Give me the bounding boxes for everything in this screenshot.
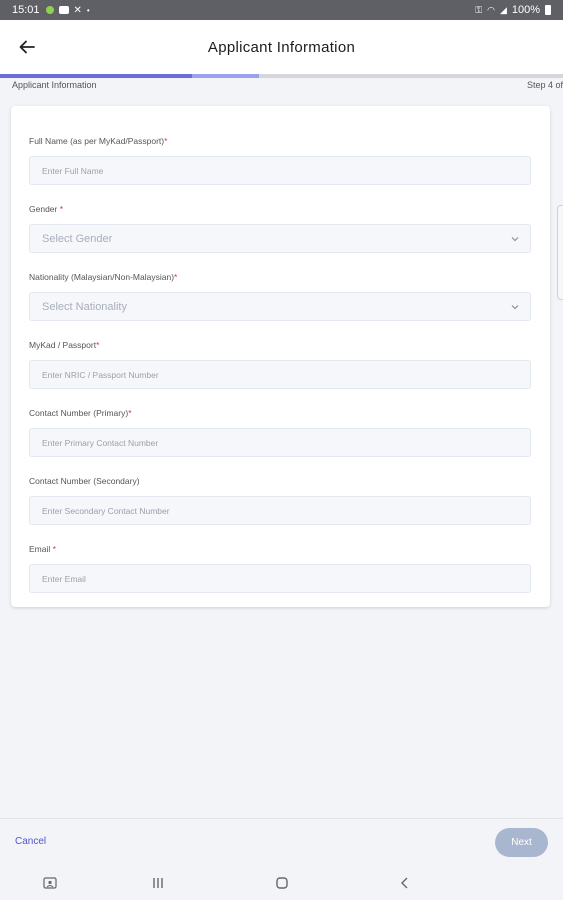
field-label: Contact Number (Primary)* bbox=[29, 408, 132, 418]
app-bar: Applicant Information bbox=[0, 20, 563, 74]
field-contact-secondary: Contact Number (Secondary) Enter Seconda… bbox=[29, 476, 531, 525]
back-nav-icon[interactable] bbox=[396, 874, 414, 892]
green-dot-icon bbox=[45, 6, 54, 14]
field-contact-primary: Contact Number (Primary)* Enter Primary … bbox=[29, 408, 531, 457]
battery-percent: 100% bbox=[511, 4, 540, 16]
footer-divider bbox=[0, 818, 563, 819]
mykad-passport-input[interactable]: Enter NRIC / Passport Number bbox=[29, 360, 531, 389]
field-label: Nationality (Malaysian/Non-Malaysian)* bbox=[29, 272, 178, 282]
nationality-select[interactable]: Select Nationality bbox=[29, 292, 531, 321]
back-button[interactable] bbox=[14, 34, 40, 60]
field-gender: Gender * Select Gender bbox=[29, 204, 531, 253]
missed-call-icon: ✕ bbox=[73, 4, 82, 16]
wifi-icon: ◠ bbox=[487, 4, 495, 15]
signal-icon: ◢ bbox=[499, 4, 507, 15]
step-row: Applicant Information Step 4 of bbox=[0, 80, 563, 94]
gender-select[interactable]: Select Gender bbox=[29, 224, 531, 253]
status-time: 15:01 bbox=[12, 4, 40, 16]
next-button[interactable]: Next bbox=[495, 828, 548, 857]
dot-icon: • bbox=[86, 5, 90, 15]
full-name-input[interactable]: Enter Full Name bbox=[29, 156, 531, 185]
field-label: Email * bbox=[29, 544, 56, 554]
field-label: Contact Number (Secondary) bbox=[29, 476, 140, 486]
home-icon[interactable] bbox=[273, 874, 291, 892]
contact-secondary-input[interactable]: Enter Secondary Contact Number bbox=[29, 496, 531, 525]
field-mykad-passport: MyKad / Passport* Enter NRIC / Passport … bbox=[29, 340, 531, 389]
form-card: Full Name (as per MyKad/Passport)* Enter… bbox=[11, 106, 550, 607]
field-label: MyKad / Passport* bbox=[29, 340, 100, 350]
system-nav-bar bbox=[0, 866, 563, 900]
progress-fill-secondary bbox=[192, 74, 259, 78]
page-title: Applicant Information bbox=[207, 38, 356, 56]
chevron-down-icon bbox=[511, 305, 519, 310]
chevron-down-icon bbox=[511, 237, 519, 242]
field-label: Full Name (as per MyKad/Passport)* bbox=[29, 136, 168, 146]
step-label: Applicant Information bbox=[12, 80, 97, 90]
back-arrow-icon bbox=[19, 40, 35, 54]
step-indicator: Step 4 of bbox=[526, 80, 563, 90]
notification-icons: ✕ • bbox=[45, 4, 90, 16]
status-bar: 15:01 ✕ • ⚿ ◠ ◢ 100% bbox=[0, 0, 563, 20]
screenshot-icon[interactable] bbox=[41, 874, 59, 892]
battery-icon bbox=[545, 5, 551, 15]
contact-primary-input[interactable]: Enter Primary Contact Number bbox=[29, 428, 531, 457]
progress-fill bbox=[0, 74, 192, 78]
field-label: Gender * bbox=[29, 204, 64, 214]
cancel-button[interactable]: Cancel bbox=[15, 836, 46, 847]
field-email: Email * Enter Email bbox=[29, 544, 531, 593]
recent-apps-icon[interactable] bbox=[149, 874, 167, 892]
system-icons: ⚿ ◠ ◢ 100% bbox=[475, 4, 551, 16]
field-nationality: Nationality (Malaysian/Non-Malaysian)* S… bbox=[29, 272, 531, 321]
message-icon bbox=[58, 6, 69, 14]
email-input[interactable]: Enter Email bbox=[29, 564, 531, 593]
progress-bar bbox=[0, 74, 563, 78]
side-panel-handle[interactable] bbox=[557, 205, 563, 300]
key-icon: ⚿ bbox=[475, 4, 483, 15]
field-full-name: Full Name (as per MyKad/Passport)* Enter… bbox=[29, 136, 531, 185]
